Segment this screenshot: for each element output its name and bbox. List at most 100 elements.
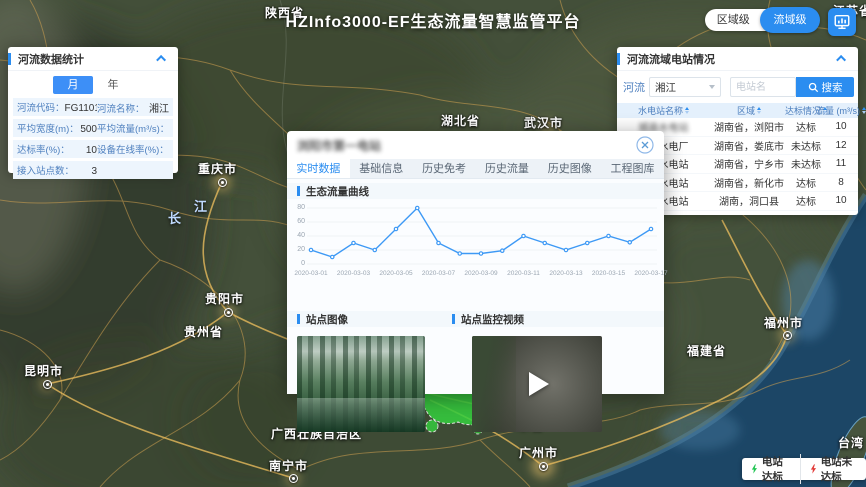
status-cell: 未达标: [788, 156, 824, 171]
field-label: 接入站点数：: [17, 163, 74, 177]
station-detail-modal: 浏阳市第一电站 实时数据基础信息历史免考历史流量历史图像工程图库 生态流量曲线 …: [287, 131, 664, 394]
data-point[interactable]: [501, 249, 504, 252]
data-point[interactable]: [352, 241, 355, 244]
stat-row: 达标率(%)：10设备在线率(%)：10: [13, 140, 173, 158]
map-legend: 电站达标电站未达标: [742, 458, 866, 480]
level-toggle[interactable]: 区域级 流域级: [705, 9, 818, 31]
accent-bar: [452, 314, 455, 324]
period-tabs: 月年: [8, 76, 178, 94]
river-select-value: 湘江: [655, 80, 676, 95]
flow-cell: 8: [824, 177, 858, 188]
accent-bar: [8, 53, 11, 65]
region-cell: 湖南，洞口县: [710, 193, 788, 208]
status-cell: 达标: [788, 175, 824, 190]
station-table-header: 水电站名称区域达标情况流量 (m³/s): [617, 103, 858, 118]
modal-tab[interactable]: 实时数据: [287, 159, 350, 178]
column-header[interactable]: 区域: [710, 104, 788, 117]
column-header[interactable]: 水电站名称: [617, 104, 710, 117]
stat-pair: 接入站点数：3: [17, 163, 97, 177]
legend-label: 电站达标: [762, 454, 791, 484]
close-icon[interactable]: [636, 136, 654, 154]
dashboard-button[interactable]: [828, 8, 856, 36]
river-select[interactable]: 湘江: [649, 77, 721, 97]
data-point[interactable]: [479, 252, 482, 255]
y-axis-tick: 40: [289, 232, 305, 239]
field-value: 3: [74, 166, 97, 177]
sort-icon[interactable]: [862, 107, 866, 114]
flow-cell: 11: [824, 158, 858, 169]
data-point[interactable]: [586, 241, 589, 244]
status-cell: 达标: [788, 193, 824, 208]
field-label: 河流名称：: [97, 101, 145, 115]
chevron-up-icon[interactable]: [836, 55, 846, 65]
data-point[interactable]: [607, 234, 610, 237]
modal-tab[interactable]: 历史图像: [538, 159, 601, 178]
sort-icon[interactable]: [685, 107, 689, 114]
data-point[interactable]: [522, 234, 525, 237]
status-cell: 达标: [788, 119, 824, 134]
station-photo[interactable]: [297, 336, 425, 432]
region-cell: 湖南省，新化市: [710, 175, 788, 190]
stat-pair: 设备在线率(%)：10: [97, 142, 169, 156]
toggle-option-basin[interactable]: 流域级: [760, 7, 820, 33]
data-point[interactable]: [437, 241, 440, 244]
data-point[interactable]: [331, 255, 334, 258]
field-label: 平均流量(m³/s)：: [97, 121, 169, 135]
accent-bar: [617, 53, 620, 65]
data-point[interactable]: [628, 241, 631, 244]
sort-icon[interactable]: [757, 107, 761, 114]
toggle-option-region[interactable]: 区域级: [705, 9, 762, 31]
modal-tab[interactable]: 工程图库: [601, 159, 664, 178]
accent-bar: [297, 186, 300, 196]
app-window: 陕西省江苏省湖北省武汉市重庆市贵阳市贵州省昆明市广西壮族自治区南宁市广东省广州市…: [0, 0, 866, 487]
period-tab[interactable]: 年: [93, 76, 133, 94]
x-axis-tick: 2020-03-07: [415, 270, 463, 277]
video-section-title: 站点监控视频: [461, 312, 524, 327]
data-point[interactable]: [416, 206, 419, 209]
x-axis-tick: 2020-03-17: [627, 270, 675, 277]
image-section-title: 站点图像: [306, 312, 348, 327]
chevron-up-icon[interactable]: [156, 55, 166, 65]
flow-chart-section-title: 生态流量曲线: [306, 184, 369, 199]
data-point[interactable]: [649, 227, 652, 230]
legend-item: 电站未达标: [800, 454, 866, 484]
lightning-ok-icon: [751, 462, 758, 476]
caret-down-icon: [709, 85, 715, 89]
stat-pair: 河流名称：湘江: [97, 100, 169, 115]
field-value: 10: [70, 145, 97, 156]
stats-rows: 河流代码：FG110100河流名称：湘江平均宽度(m)：500平均流量(m³/s…: [8, 98, 178, 179]
data-point[interactable]: [309, 248, 312, 251]
river-stats-panel: 河流数据统计 月年 河流代码：FG110100河流名称：湘江平均宽度(m)：50…: [8, 47, 178, 173]
play-icon[interactable]: [529, 372, 549, 396]
data-point[interactable]: [373, 248, 376, 251]
field-label: 河流代码：: [17, 100, 65, 114]
status-cell: 未达标: [788, 138, 824, 153]
data-point[interactable]: [564, 248, 567, 251]
field-label: 设备在线率(%)：: [97, 142, 169, 156]
stat-row: 河流代码：FG110100河流名称：湘江: [13, 98, 173, 116]
x-axis-tick: 2020-03-15: [585, 270, 633, 277]
data-point[interactable]: [543, 241, 546, 244]
bar-chart-monitor-icon: [833, 13, 851, 31]
modal-tab[interactable]: 历史免考: [413, 159, 476, 178]
stat-row: 平均宽度(m)：500平均流量(m³/s)：600: [13, 119, 173, 137]
field-label: 平均宽度(m)：: [17, 121, 79, 135]
flow-line-chart[interactable]: [307, 205, 657, 269]
search-button[interactable]: 搜索: [796, 77, 854, 97]
station-name-input[interactable]: [730, 77, 796, 97]
field-value: 500: [79, 124, 97, 135]
data-point[interactable]: [458, 252, 461, 255]
x-axis-tick: 2020-03-13: [542, 270, 590, 277]
period-tab[interactable]: 月: [53, 76, 93, 94]
column-header[interactable]: 流量 (m³/s): [824, 104, 858, 117]
data-point[interactable]: [394, 227, 397, 230]
legend-item: 电站达标: [742, 454, 800, 484]
modal-tab[interactable]: 历史流量: [475, 159, 538, 178]
station-video-thumbnail[interactable]: [472, 336, 602, 432]
accent-bar: [297, 314, 300, 324]
left-panel-title: 河流数据统计: [18, 51, 84, 67]
y-axis-tick: 80: [289, 204, 305, 211]
right-panel-title: 河流流域电站情况: [627, 51, 715, 67]
lightning-fail-icon: [810, 462, 817, 476]
modal-tab[interactable]: 基础信息: [350, 159, 413, 178]
